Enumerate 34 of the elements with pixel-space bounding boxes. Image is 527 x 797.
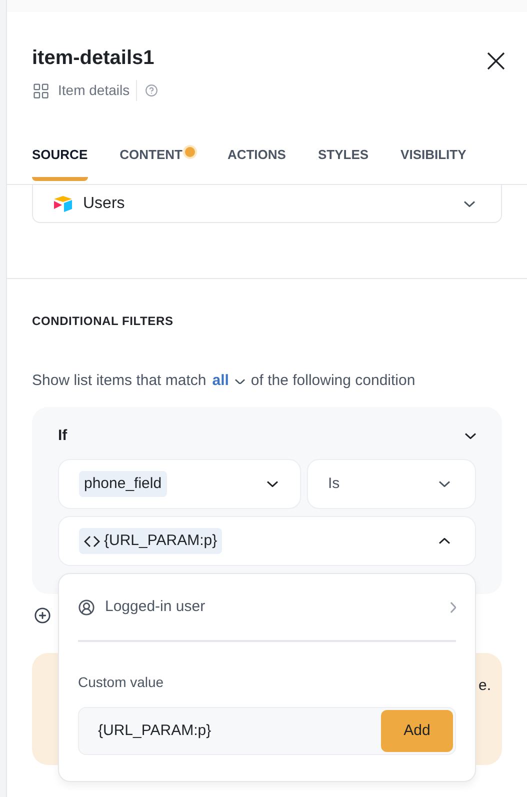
user-icon bbox=[78, 598, 95, 616]
warning-text: e. bbox=[478, 676, 491, 696]
chevron-down-icon bbox=[439, 481, 450, 487]
filter-sentence-end: of the following condition bbox=[250, 371, 416, 391]
field-select[interactable]: phone_field bbox=[58, 459, 301, 509]
code-icon bbox=[84, 536, 100, 546]
tab[interactable]: VISIBILITY bbox=[400, 145, 498, 184]
filter-sentence-start: Show list items that match bbox=[32, 371, 206, 391]
tab[interactable]: STYLES bbox=[318, 145, 401, 184]
tab[interactable]: SOURCE bbox=[32, 145, 120, 184]
tab[interactable]: CONTENT bbox=[120, 145, 228, 184]
grid-icon bbox=[32, 82, 50, 100]
section-heading: CONDITIONAL FILTERS bbox=[32, 313, 174, 330]
select-value: Users bbox=[83, 194, 125, 214]
chevron-down-icon bbox=[464, 200, 475, 206]
match-dropdown[interactable]: all bbox=[212, 370, 245, 392]
tab[interactable]: ACTIONS bbox=[227, 145, 318, 184]
cube-logo-icon bbox=[53, 196, 73, 212]
value-select[interactable]: {URL_PARAM:p} bbox=[58, 516, 476, 566]
add-button[interactable]: Add bbox=[381, 710, 453, 752]
component-type: Item details bbox=[58, 80, 137, 101]
chevron-down-icon bbox=[267, 481, 278, 487]
close-button[interactable] bbox=[487, 52, 505, 70]
chevron-down-icon bbox=[234, 378, 245, 384]
condition-label: If bbox=[58, 426, 68, 446]
panel-title: item-details1 bbox=[32, 46, 156, 71]
operator-select[interactable]: Is bbox=[307, 459, 476, 509]
chevron-right-icon bbox=[450, 602, 456, 612]
data-source-select[interactable]: Users bbox=[32, 185, 502, 223]
custom-value-field[interactable]: {URL_PARAM:p} Add bbox=[78, 707, 456, 755]
custom-value-label: Custom value bbox=[78, 673, 165, 692]
menu-item[interactable]: Logged-in user bbox=[78, 574, 456, 642]
chevron-down-icon[interactable] bbox=[465, 432, 476, 439]
add-condition-icon[interactable] bbox=[34, 606, 51, 624]
